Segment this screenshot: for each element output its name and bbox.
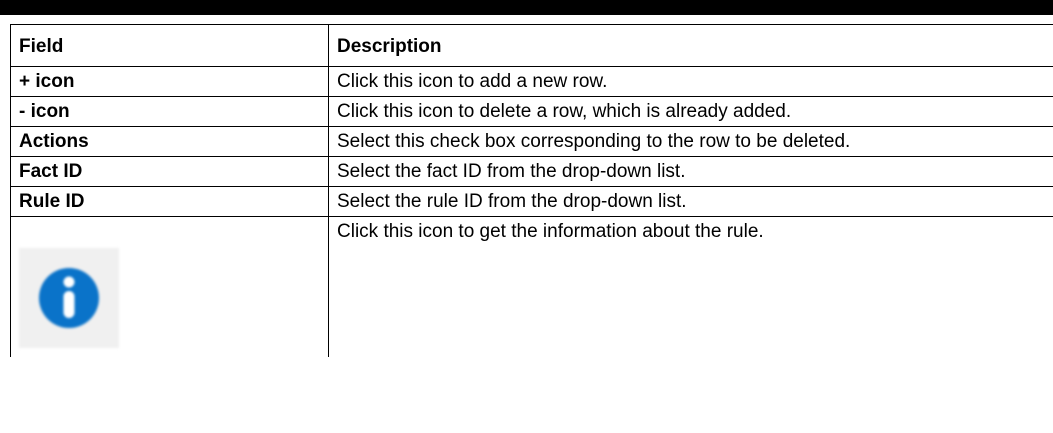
description-cell: Click this icon to add a new row. [328, 66, 1053, 97]
table-header-row: Field Description [10, 24, 1053, 67]
field-cell-rule-id: Rule ID [10, 186, 329, 217]
field-cell-minus-icon: - icon [10, 96, 329, 127]
top-rule [0, 0, 1053, 15]
field-cell-actions: Actions [10, 126, 329, 157]
description-cell: Select the rule ID from the drop-down li… [328, 186, 1053, 217]
field-cell-fact-id: Fact ID [10, 156, 329, 187]
table-row: Rule ID Select the rule ID from the drop… [10, 186, 1053, 217]
description-cell: Click this icon to get the information a… [328, 216, 1053, 357]
table-row: - icon Click this icon to delete a row, … [10, 96, 1053, 127]
field-cell-plus-icon: + icon [10, 66, 329, 97]
field-column-header: Field [10, 24, 329, 67]
description-cell: Select the fact ID from the drop-down li… [328, 156, 1053, 187]
description-cell: Click this icon to delete a row, which i… [328, 96, 1053, 127]
description-cell: Select this check box corresponding to t… [328, 126, 1053, 157]
table-row: + icon Click this icon to add a new row. [10, 66, 1053, 97]
description-column-header: Description [328, 24, 1053, 67]
field-description-table: Field Description + icon Click this icon… [10, 24, 1053, 357]
field-cell-info-icon [10, 216, 329, 357]
info-icon [19, 248, 119, 348]
table-row: Fact ID Select the fact ID from the drop… [10, 156, 1053, 187]
table-row-info: Click this icon to get the information a… [10, 216, 1053, 357]
table-row: Actions Select this check box correspond… [10, 126, 1053, 157]
